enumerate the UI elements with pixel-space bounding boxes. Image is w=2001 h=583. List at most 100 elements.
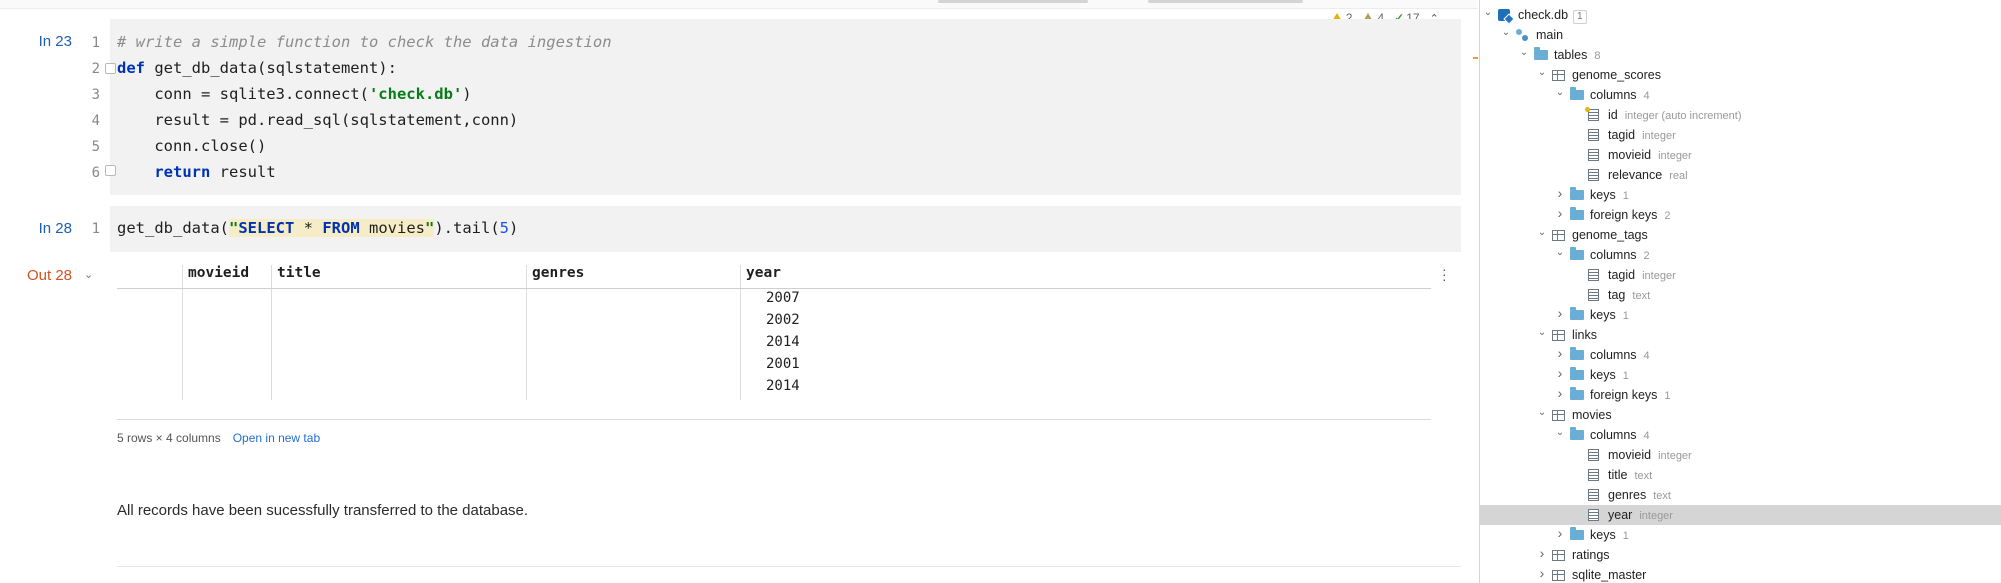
tree-node-links[interactable]: ⌄ links (1480, 325, 2001, 345)
line-number: 6 (91, 165, 100, 181)
stdout-text: All records have been sucessfully transf… (117, 502, 529, 519)
code-line[interactable]: conn = sqlite3.connect('check.db') (117, 85, 471, 103)
tree-node-label: genres text (1608, 488, 1671, 502)
tree-node-ratings[interactable]: › ratings (1480, 545, 2001, 565)
database-explorer: ⌄ check.db 1 ⌄ main ⌄ tables 8 ⌄ genome_scores ⌄ co… (1479, 0, 2001, 583)
folder-icon (1570, 387, 1584, 400)
column-icon (1588, 269, 1599, 281)
sql-injection-highlight: "SELECT * FROM movies" (228, 219, 435, 237)
tree-node-label: foreign keys 1 (1590, 388, 1671, 402)
code-line[interactable]: # write a simple function to check the d… (117, 33, 612, 51)
line-number: 1 (91, 35, 100, 51)
tree-node-year[interactable]: year integer (1480, 505, 2001, 525)
tree-node-columns[interactable]: ⌄ columns 4 (1480, 425, 2001, 445)
chevron-right-icon[interactable]: › (1554, 385, 1566, 401)
tree-node-columns[interactable]: ⌄ columns 4 (1480, 85, 2001, 105)
folder-icon (1570, 247, 1584, 260)
tree-node-tag[interactable]: tag text (1480, 285, 2001, 305)
column-icon (1588, 149, 1599, 161)
code-line[interactable]: conn.close() (117, 137, 266, 155)
tree-node-label: title text (1608, 468, 1653, 482)
tree-node-label: check.db 1 (1518, 8, 1587, 24)
tree-node-genome-scores[interactable]: ⌄ genome_scores (1480, 65, 2001, 85)
tree-node-label: keys 1 (1590, 368, 1629, 382)
tree-node-detail: 2 (1664, 210, 1671, 222)
chevron-down-icon[interactable]: ⌄ (1554, 87, 1566, 98)
chevron-down-icon[interactable]: ⌄ (1518, 47, 1530, 58)
chevron-right-icon[interactable]: › (1536, 565, 1548, 581)
tree-node-main[interactable]: ⌄ main (1480, 25, 2001, 45)
tree-node-tables[interactable]: ⌄ tables 8 (1480, 45, 2001, 65)
scroll-tab-indicator[interactable] (938, 0, 1088, 3)
schema-icon (1516, 29, 1528, 41)
open-in-new-tab-link[interactable]: Open in new tab (233, 431, 320, 445)
code-line[interactable]: def get_db_data(sqlstatement): (117, 59, 397, 77)
chevron-right-icon[interactable]: › (1554, 185, 1566, 201)
tree-node-relevance[interactable]: relevance real (1480, 165, 2001, 185)
tree-node-keys[interactable]: › keys 1 (1480, 305, 2001, 325)
chevron-down-icon[interactable]: ⌄ (1536, 327, 1548, 338)
fold-marker-icon[interactable] (105, 63, 116, 74)
line-number: 3 (91, 87, 100, 103)
database-icon (1498, 9, 1510, 21)
code-line[interactable]: get_db_data("SELECT * FROM movies").tail… (117, 219, 518, 237)
code-line[interactable]: return result (117, 163, 275, 181)
folder-icon (1534, 47, 1548, 60)
tree-node-columns[interactable]: › columns 4 (1480, 345, 2001, 365)
chevron-down-icon[interactable]: ⌄ (1536, 407, 1548, 418)
tree-node-detail: integer (auto increment) (1624, 110, 1742, 122)
chevron-down-icon[interactable]: ⌄ (1536, 67, 1548, 78)
tree-node-tagid[interactable]: tagid integer (1480, 265, 2001, 285)
column-icon (1588, 449, 1599, 461)
chevron-right-icon[interactable]: › (1554, 205, 1566, 221)
chevron-down-icon[interactable]: ⌄ (1482, 7, 1494, 18)
table-summary: 5 rows × 4 columns Open in new tab (117, 431, 320, 445)
tree-node-label: movieid integer (1608, 448, 1692, 462)
chevron-right-icon[interactable]: › (1554, 365, 1566, 381)
tree-node-detail: integer (1639, 510, 1673, 522)
tree-node-columns[interactable]: ⌄ columns 2 (1480, 245, 2001, 265)
tree-node-genres[interactable]: genres text (1480, 485, 2001, 505)
folder-icon (1570, 367, 1584, 380)
tree-node-label: keys 1 (1590, 308, 1629, 322)
column-header-title[interactable]: title (277, 265, 321, 289)
tree-node-check-db[interactable]: ⌄ check.db 1 (1480, 5, 2001, 25)
column-header-genres[interactable]: genres (532, 265, 584, 289)
chevron-down-icon[interactable]: ⌄ (1554, 427, 1566, 438)
tree-node-detail: text (1632, 290, 1651, 302)
chevron-down-icon[interactable]: ⌄ (1554, 247, 1566, 258)
fold-marker-icon[interactable] (105, 165, 116, 176)
tree-node-id[interactable]: id integer (auto increment) (1480, 105, 2001, 125)
tree-node-detail: 4 (1643, 90, 1650, 102)
chevron-right-icon[interactable]: › (1536, 545, 1548, 561)
tree-node-tagid[interactable]: tagid integer (1480, 125, 2001, 145)
cell-prompt: In 28 (38, 220, 72, 237)
tree-node-keys[interactable]: › keys 1 (1480, 365, 2001, 385)
chevron-down-icon[interactable]: ⌄ (1536, 227, 1548, 238)
tree-node-keys[interactable]: › keys 1 (1480, 185, 2001, 205)
collapse-output-icon[interactable]: ⌄ (84, 268, 93, 281)
chevron-down-icon[interactable]: ⌄ (1500, 27, 1512, 38)
table-cell-year: 2014 (766, 334, 800, 350)
tree-node-detail: 8 (1594, 50, 1601, 62)
tree-node-foreign-keys[interactable]: › foreign keys 1 (1480, 385, 2001, 405)
tree-node-genome-tags[interactable]: ⌄ genome_tags (1480, 225, 2001, 245)
chevron-right-icon[interactable]: › (1554, 525, 1566, 541)
tree-node-title[interactable]: title text (1480, 465, 2001, 485)
table-cell-year: 2002 (766, 312, 800, 328)
tree-node-movieid[interactable]: movieid integer (1480, 145, 2001, 165)
chevron-right-icon[interactable]: › (1554, 345, 1566, 361)
chevron-right-icon[interactable]: › (1554, 305, 1566, 321)
column-header-movieid[interactable]: movieid (188, 265, 249, 289)
tree-node-keys[interactable]: › keys 1 (1480, 525, 2001, 545)
tree-node-sqlite-master[interactable]: › sqlite_master (1480, 565, 2001, 583)
more-options-icon[interactable]: · · · (1442, 262, 1447, 286)
folder-icon (1570, 87, 1584, 100)
tree-node-movieid[interactable]: movieid integer (1480, 445, 2001, 465)
column-header-year[interactable]: year (746, 265, 781, 289)
tree-node-movies[interactable]: ⌄ movies (1480, 405, 2001, 425)
tree-node-foreign-keys[interactable]: › foreign keys 2 (1480, 205, 2001, 225)
tree-node-label: keys 1 (1590, 188, 1629, 202)
code-line[interactable]: result = pd.read_sql(sqlstatement,conn) (117, 111, 518, 129)
scroll-tab-indicator[interactable] (1148, 0, 1303, 3)
